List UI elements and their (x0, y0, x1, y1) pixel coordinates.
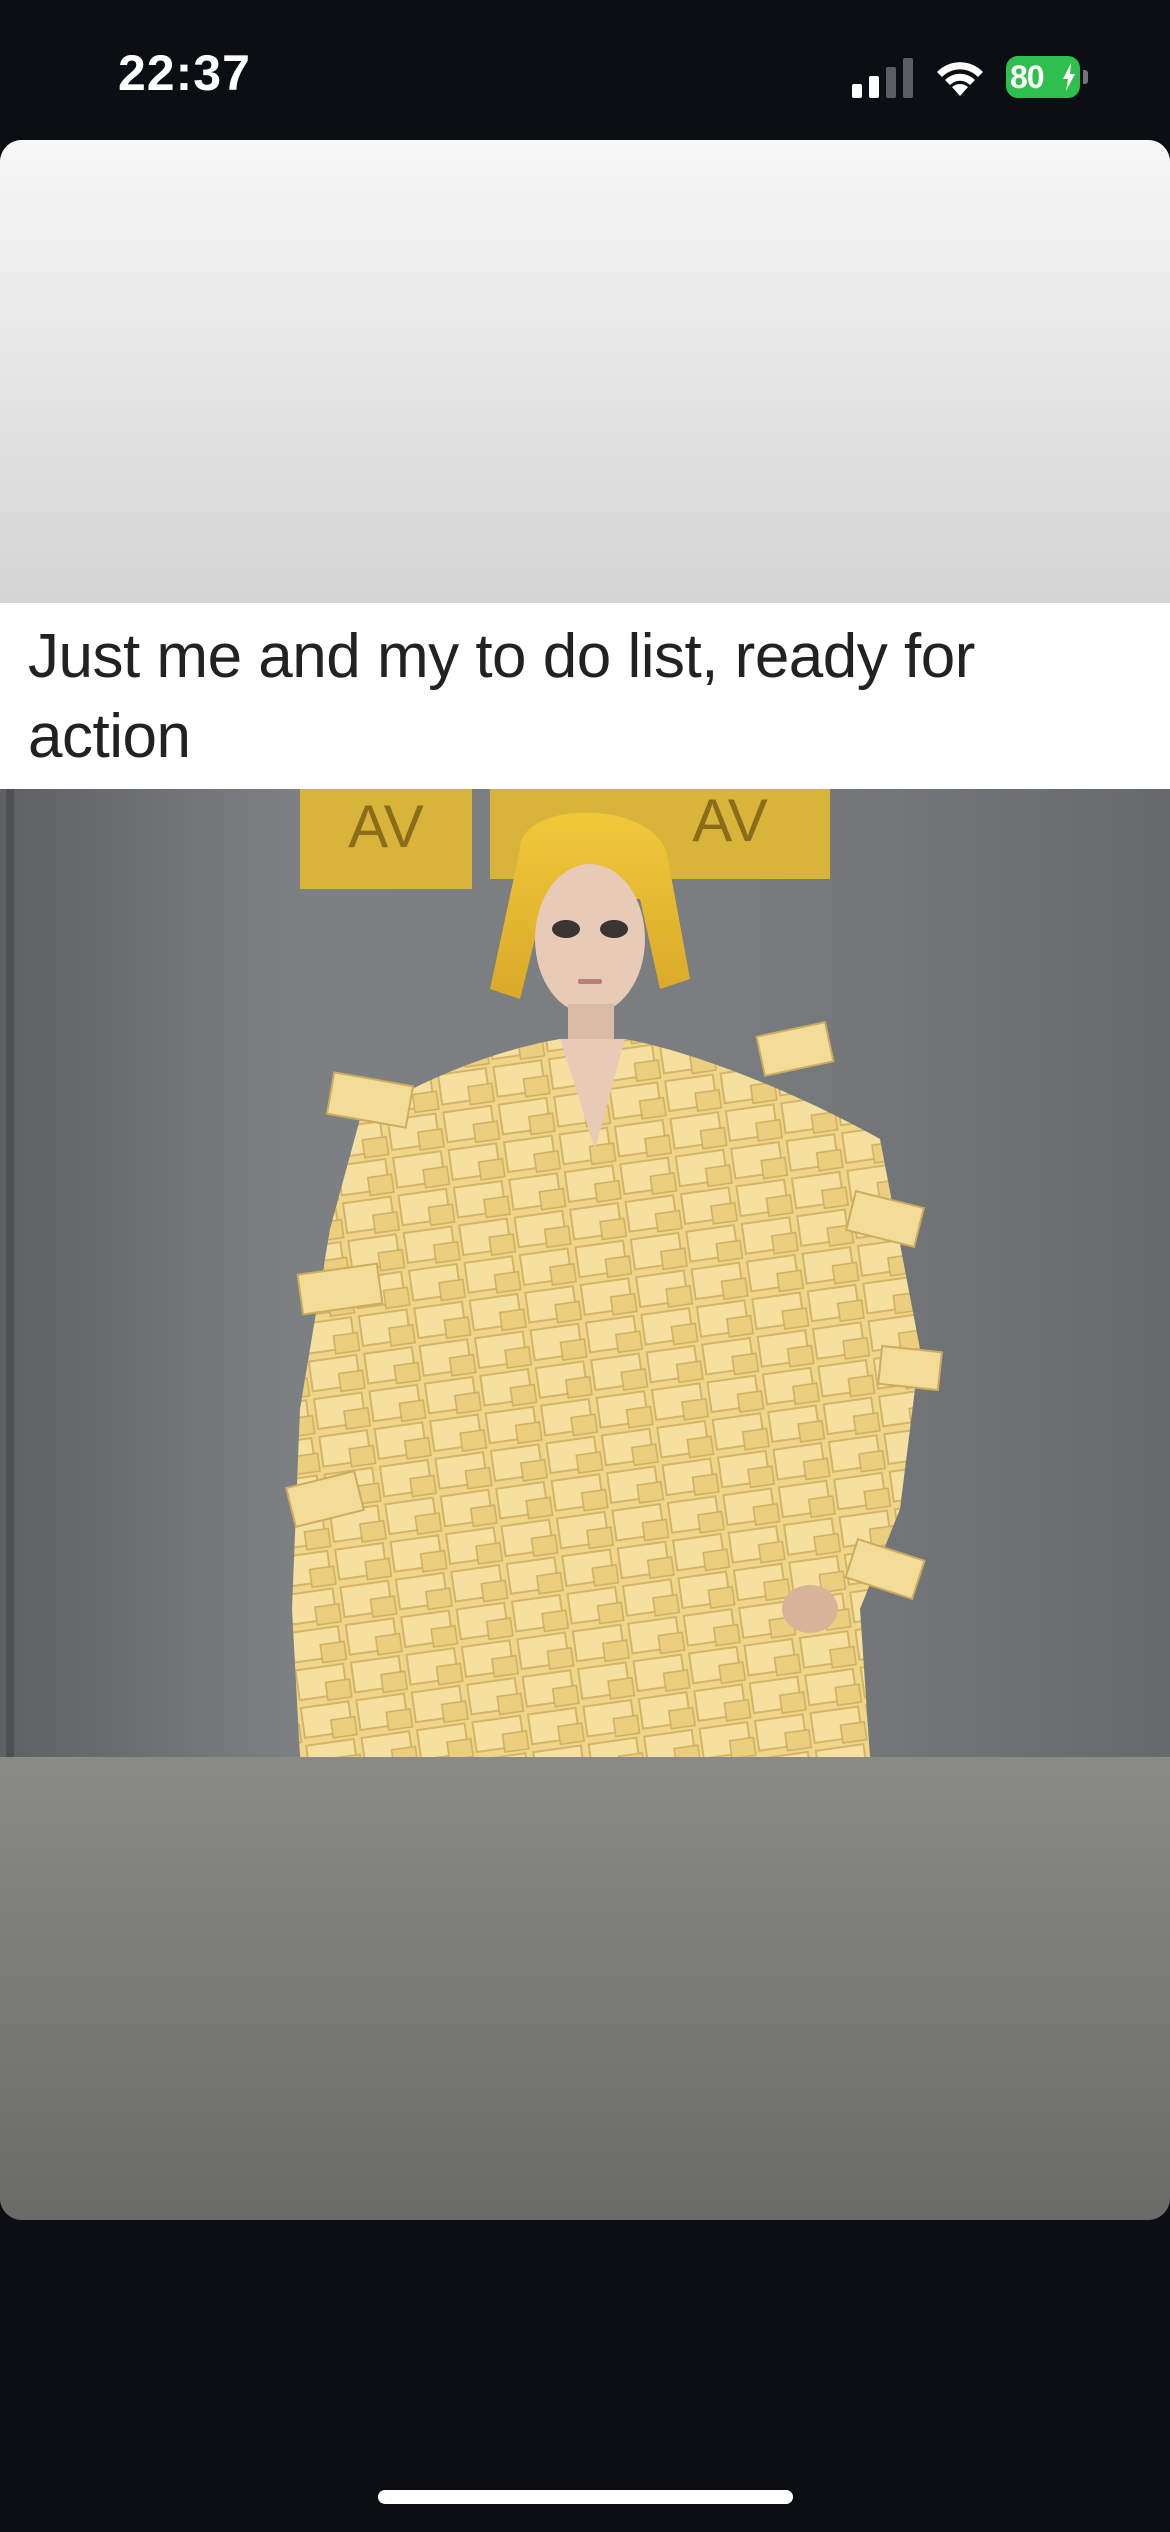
sign-left-text: AV (348, 793, 424, 860)
media-bottom-padding (0, 1757, 1170, 2220)
bolt-icon (1063, 63, 1075, 91)
media-viewer[interactable]: Just me and my to do list, ready for act… (0, 140, 1170, 2220)
status-time: 22:37 (118, 45, 251, 101)
sign-right-text: AV (692, 789, 768, 854)
battery-indicator: 80 (1006, 56, 1088, 98)
sticky-note-suit (292, 1039, 920, 1757)
wifi-icon (937, 62, 983, 96)
cellular-signal-icon (852, 58, 913, 98)
battery-cap (1083, 70, 1088, 84)
media-top-padding (0, 140, 1170, 603)
home-indicator[interactable] (378, 2490, 793, 2504)
status-bar: 22:37 80 (0, 0, 1170, 140)
runway-photo-illustration: AV AV (0, 789, 1170, 1757)
battery-body: 80 (1006, 56, 1080, 98)
meme-caption: Just me and my to do list, ready for act… (28, 622, 975, 771)
model-face (535, 864, 645, 1014)
meme-photo[interactable]: AV AV (0, 789, 1170, 1757)
meme-caption-box: Just me and my to do list, ready for act… (0, 603, 1170, 789)
